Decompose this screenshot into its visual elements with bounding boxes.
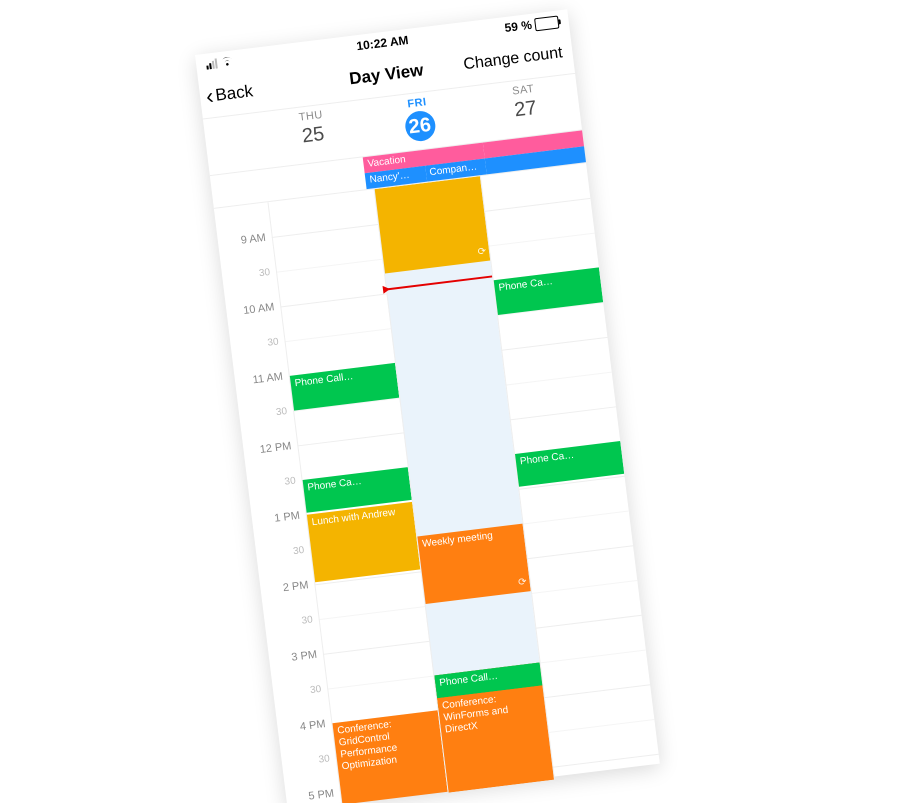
event-phone-call[interactable]: Phone Ca… bbox=[515, 441, 624, 487]
day-number: 26 bbox=[403, 109, 436, 142]
battery-percent: 59 % bbox=[504, 18, 533, 35]
time-label: 5 PM bbox=[308, 788, 335, 803]
event-weekly-meeting[interactable]: Weekly meeting ⟳ bbox=[417, 524, 530, 604]
signal-icon bbox=[206, 58, 218, 69]
event-conference[interactable]: Conference: GridControl Performance Opti… bbox=[332, 710, 447, 803]
time-label: 3 PM bbox=[291, 649, 318, 664]
time-label-30: 30 bbox=[258, 267, 270, 279]
time-label-30: 30 bbox=[267, 336, 279, 348]
time-label: 2 PM bbox=[282, 579, 309, 594]
time-label: 11 AM bbox=[252, 371, 284, 387]
event-phone-call[interactable]: Phone Ca… bbox=[494, 267, 603, 315]
time-label-30: 30 bbox=[275, 406, 287, 418]
wifi-icon bbox=[219, 54, 235, 70]
recurrence-icon: ⟳ bbox=[518, 577, 528, 590]
event-lunch[interactable]: Lunch with Andrew bbox=[307, 502, 420, 582]
time-label-30: 30 bbox=[318, 753, 330, 765]
event-phone-call[interactable]: Phone Call… bbox=[290, 363, 399, 411]
time-label: 4 PM bbox=[299, 718, 326, 733]
time-label-30: 30 bbox=[292, 545, 304, 557]
time-label-30: 30 bbox=[310, 684, 322, 696]
time-label: 9 AM bbox=[240, 232, 266, 247]
event-conference[interactable]: Conference: WinForms and DirectX bbox=[437, 685, 554, 792]
battery-icon bbox=[534, 15, 559, 31]
back-button[interactable]: ‹ Back bbox=[205, 80, 254, 108]
chevron-left-icon: ‹ bbox=[205, 85, 215, 108]
phone-frame: 10:22 AM 59 % ‹ Back Day View Change cou… bbox=[195, 9, 660, 803]
time-label-30: 30 bbox=[301, 614, 313, 626]
time-label: 12 PM bbox=[259, 440, 292, 456]
recurrence-icon: ⟳ bbox=[477, 246, 487, 259]
event-block[interactable]: ⟳ bbox=[375, 176, 491, 273]
time-label: 10 AM bbox=[243, 301, 275, 317]
time-label-30: 30 bbox=[284, 475, 296, 487]
schedule-grid[interactable]: 9 AM 30 10 AM 30 11 AM 30 12 PM 30 1 PM … bbox=[214, 163, 660, 803]
back-label: Back bbox=[214, 81, 254, 105]
time-label: 1 PM bbox=[274, 510, 301, 525]
current-time-indicator bbox=[387, 275, 492, 290]
